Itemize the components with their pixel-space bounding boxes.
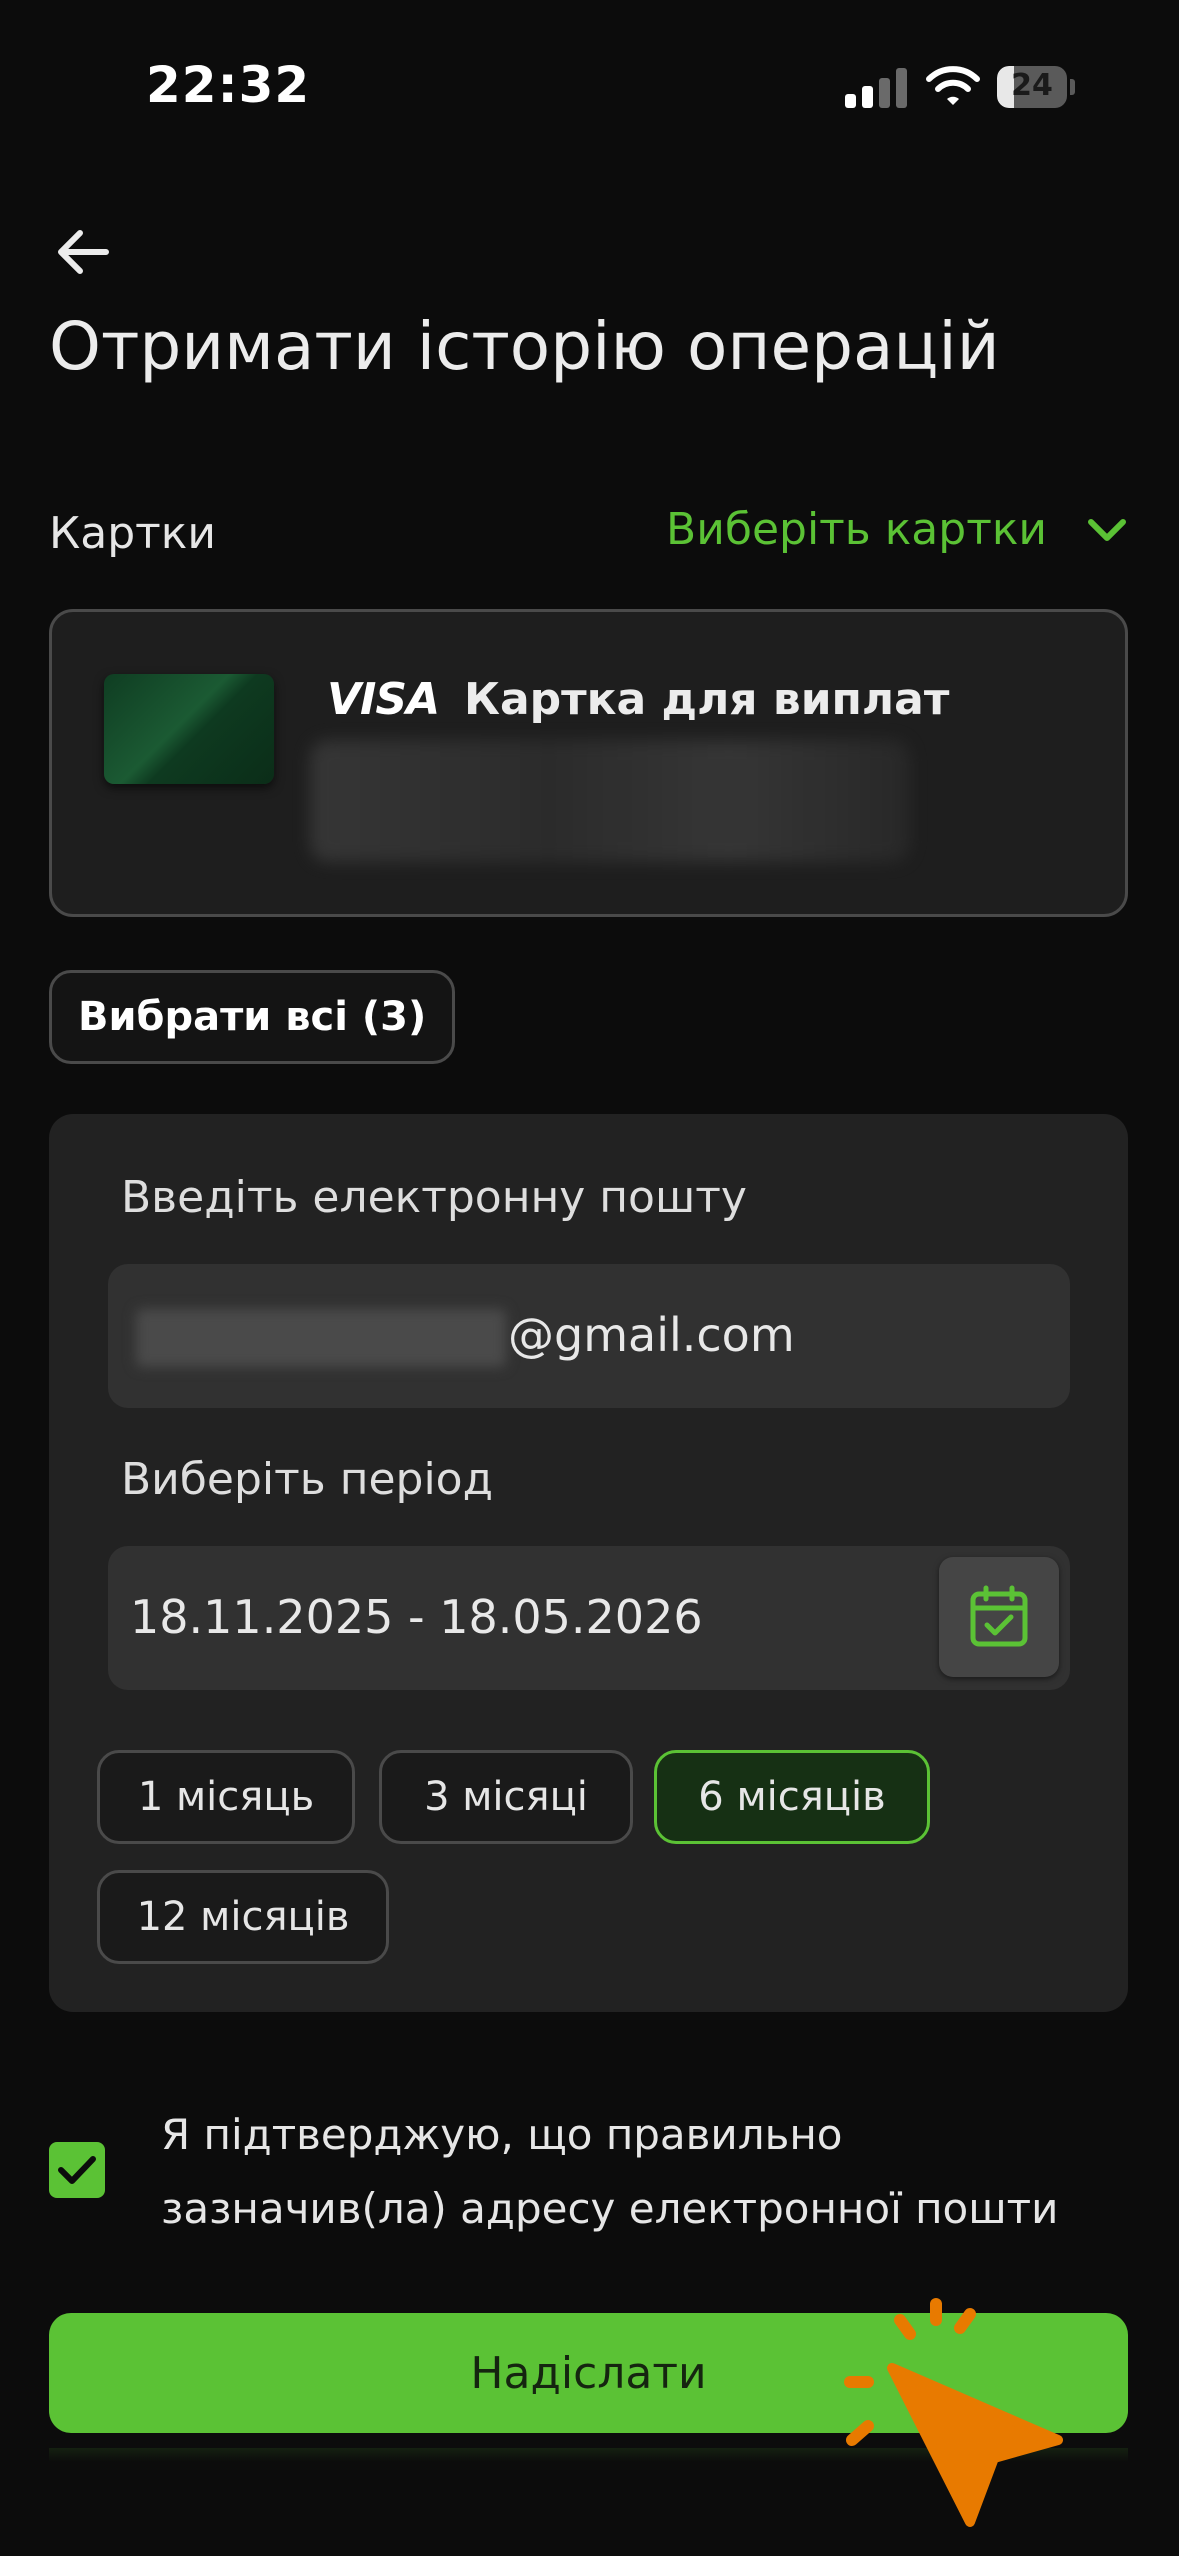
period-input[interactable]: 18.11.2025 - 18.05.2026 bbox=[108, 1546, 1070, 1690]
cellular-signal-icon bbox=[845, 68, 907, 108]
visa-logo: VISA bbox=[327, 674, 440, 725]
select-all-button[interactable]: Вибрати всі (3) bbox=[49, 970, 456, 1064]
status-time: 22:32 bbox=[146, 56, 311, 114]
choose-cards-dropdown[interactable]: Виберіть картки bbox=[666, 504, 1127, 555]
period-option-12-months[interactable]: 12 місяців bbox=[97, 1870, 389, 1964]
battery-level: 24 bbox=[1011, 68, 1053, 103]
back-arrow-icon[interactable] bbox=[50, 222, 120, 282]
submit-label: Надіслати bbox=[470, 2347, 707, 2399]
cards-label: Картки bbox=[49, 508, 216, 559]
email-value: @gmail.com bbox=[508, 1308, 795, 1362]
statement-form-panel: Введіть електронну пошту @gmail.com Вибе… bbox=[49, 1114, 1128, 2012]
email-redacted bbox=[136, 1309, 506, 1367]
wifi-icon bbox=[925, 64, 981, 108]
period-option-3-months[interactable]: 3 місяці bbox=[379, 1750, 633, 1844]
period-value: 18.11.2025 - 18.05.2026 bbox=[130, 1590, 703, 1644]
period-label: Виберіть період bbox=[121, 1454, 494, 1505]
chevron-down-icon bbox=[1088, 518, 1126, 541]
confirm-checkbox[interactable] bbox=[49, 2142, 105, 2198]
tap-cursor-icon bbox=[830, 2290, 1080, 2550]
card-item[interactable]: VISA Картка для виплат bbox=[49, 609, 1128, 917]
email-input[interactable]: @gmail.com bbox=[108, 1264, 1070, 1408]
confirm-text: Я підтверджую, що правильно зазначив(ла)… bbox=[161, 2110, 1059, 2233]
card-thumbnail bbox=[104, 674, 274, 784]
period-option-6-months[interactable]: 6 місяців bbox=[654, 1750, 930, 1844]
email-label: Введіть електронну пошту bbox=[121, 1172, 747, 1223]
card-name: Картка для виплат bbox=[464, 674, 950, 725]
checkmark-icon bbox=[58, 2156, 96, 2184]
page-title: Отримати історію операцій bbox=[49, 308, 1000, 385]
calendar-button[interactable] bbox=[939, 1557, 1059, 1677]
calendar-check-icon bbox=[970, 1585, 1028, 1647]
card-number-redacted bbox=[310, 740, 910, 862]
period-option-1-month[interactable]: 1 місяць bbox=[97, 1750, 355, 1844]
battery-icon: 24 bbox=[997, 66, 1077, 108]
choose-cards-label: Виберіть картки bbox=[666, 504, 1047, 555]
